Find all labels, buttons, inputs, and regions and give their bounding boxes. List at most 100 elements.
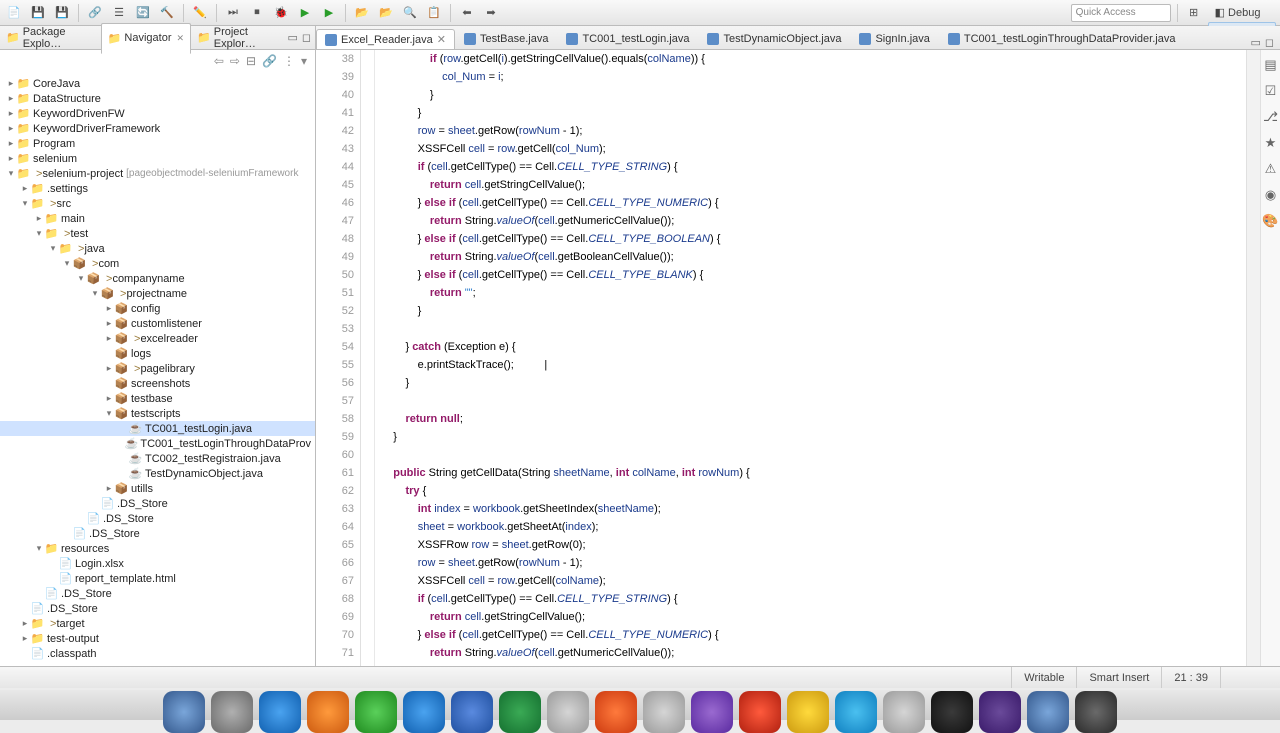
disclosure-icon[interactable]: ▾ — [6, 168, 16, 179]
disclosure-icon[interactable]: ▸ — [104, 483, 114, 494]
view-tab-project-explor-[interactable]: 📁Project Explor… — [191, 23, 287, 53]
save-icon[interactable]: 💾 — [28, 3, 48, 23]
disclosure-icon[interactable]: ▸ — [104, 303, 114, 314]
run-ext-icon[interactable]: ▶ — [319, 3, 339, 23]
tree-item[interactable]: 📄.classpath — [0, 646, 315, 661]
disclosure-icon[interactable]: ▸ — [20, 618, 30, 629]
skip-icon[interactable]: ⏭ — [223, 3, 243, 23]
tree-item[interactable]: ▸📁main — [0, 211, 315, 226]
save-all-icon[interactable]: 💾 — [52, 3, 72, 23]
macos-dock[interactable] — [0, 690, 1280, 720]
toggle-icon[interactable]: ☰ — [109, 3, 129, 23]
problems-icon[interactable]: ⚠ — [1265, 160, 1277, 178]
disclosure-icon[interactable]: ▾ — [20, 198, 30, 209]
tree-item[interactable]: ▸📁KeywordDrivenFW — [0, 106, 315, 121]
tree-item[interactable]: ☕TC002_testRegistraion.java — [0, 451, 315, 466]
tree-item[interactable]: 📄.DS_Store — [0, 496, 315, 511]
stop-icon[interactable]: ⏹ — [247, 3, 267, 23]
tree-item[interactable]: 📦logs — [0, 346, 315, 361]
tree-item[interactable]: ▾📁resources — [0, 541, 315, 556]
tree-item[interactable]: ▾📁>java — [0, 241, 315, 256]
tree-item[interactable]: ▸📁KeywordDriverFramework — [0, 121, 315, 136]
tree-item[interactable]: ▸📁selenium — [0, 151, 315, 166]
tree-item[interactable]: ▾📁>src — [0, 196, 315, 211]
tree-item[interactable]: ▾📦testscripts — [0, 406, 315, 421]
new-icon[interactable]: 📄 — [4, 3, 24, 23]
overview-ruler[interactable] — [1246, 50, 1260, 666]
tree-item[interactable]: ▸📁CoreJava — [0, 76, 315, 91]
outline-icon[interactable]: ▤ — [1264, 56, 1276, 74]
maximize-icon[interactable]: ◻ — [302, 31, 311, 44]
forward-icon[interactable]: ➡ — [481, 3, 501, 23]
fold-strip[interactable] — [361, 50, 375, 666]
debug-icon[interactable]: 🐞 — [271, 3, 291, 23]
editor-tab[interactable]: Excel_Reader.java✕ — [316, 29, 455, 50]
build-icon[interactable]: 🔨 — [157, 3, 177, 23]
disclosure-icon[interactable]: ▾ — [62, 258, 72, 269]
wand-icon[interactable]: 🔗 — [85, 3, 105, 23]
tree-item[interactable]: ▾📦>com — [0, 256, 315, 271]
tree-item[interactable]: ☕TestDynamicObject.java — [0, 466, 315, 481]
tree-item[interactable]: ▸📁test-output — [0, 631, 315, 646]
tasks-icon[interactable]: 📋 — [424, 3, 444, 23]
tasklist-icon[interactable]: ☑ — [1265, 82, 1277, 100]
tree-item[interactable]: ▸📦config — [0, 301, 315, 316]
disclosure-icon[interactable]: ▸ — [104, 318, 114, 329]
navigator-tree[interactable]: ▸📁CoreJava▸📁DataStructure▸📁KeywordDriven… — [0, 72, 315, 666]
editor-maximize-icon[interactable]: ◻ — [1265, 36, 1274, 49]
breakpoints-icon[interactable]: ◉ — [1265, 186, 1276, 204]
disclosure-icon[interactable]: ▸ — [104, 333, 114, 344]
code-editor[interactable]: 38 39 40 41 42 43 44 45 46 47 48 49 50 5… — [316, 50, 1280, 666]
fwd-history-icon[interactable]: ⇨ — [230, 54, 240, 68]
editor-tab[interactable]: SignIn.java — [850, 29, 938, 49]
tree-item[interactable]: ▸📁DataStructure — [0, 91, 315, 106]
open-perspective-icon[interactable]: ⊞ — [1184, 3, 1204, 23]
disclosure-icon[interactable]: ▾ — [34, 543, 44, 554]
disclosure-icon[interactable]: ▸ — [34, 213, 44, 224]
view-tab-package-explo-[interactable]: 📁Package Explo… — [0, 23, 101, 53]
editor-tab[interactable]: TC001_testLogin.java — [557, 29, 698, 49]
code-content[interactable]: if (row.getCell(i).getStringCellValue().… — [375, 50, 1246, 666]
disclosure-icon[interactable]: ▸ — [6, 123, 16, 134]
disclosure-icon[interactable]: ▾ — [34, 228, 44, 239]
tree-item[interactable]: 📄report_template.html — [0, 571, 315, 586]
disclosure-icon[interactable]: ▸ — [6, 93, 16, 104]
disclosure-icon[interactable]: ▸ — [20, 183, 30, 194]
link-editor-icon[interactable]: 🔗 — [262, 54, 277, 68]
tree-item[interactable]: 📄.DS_Store — [0, 586, 315, 601]
editor-tab[interactable]: TC001_testLoginThroughDataProvider.java — [939, 29, 1185, 49]
tree-item[interactable]: ▾📦>projectname — [0, 286, 315, 301]
tree-item[interactable]: ▸📁.settings — [0, 181, 315, 196]
palette-icon[interactable]: 🎨 — [1262, 212, 1278, 230]
collapse-all-icon[interactable]: ⊟ — [246, 54, 256, 68]
tree-item[interactable]: ▸📦utills — [0, 481, 315, 496]
quick-access-input[interactable]: Quick Access — [1071, 4, 1171, 22]
tree-item[interactable]: ▸📦>pagelibrary — [0, 361, 315, 376]
tree-item[interactable]: ▾📁>selenium-project[pageobjectmodel-sele… — [0, 166, 315, 181]
tree-item[interactable]: 📄.DS_Store — [0, 511, 315, 526]
tree-item[interactable]: 📦screenshots — [0, 376, 315, 391]
disclosure-icon[interactable]: ▸ — [104, 393, 114, 404]
disclosure-icon[interactable]: ▸ — [6, 78, 16, 89]
disclosure-icon[interactable]: ▸ — [6, 138, 16, 149]
view-menu-icon[interactable]: ▾ — [301, 54, 307, 68]
tree-item[interactable]: ☕TC001_testLogin.java — [0, 421, 315, 436]
tree-item[interactable]: 📄.DS_Store — [0, 601, 315, 616]
close-icon[interactable]: ✕ — [177, 33, 185, 44]
disclosure-icon[interactable]: ▸ — [104, 363, 114, 374]
tree-item[interactable]: 📄.DS_Store — [0, 526, 315, 541]
close-icon[interactable]: ✕ — [437, 33, 446, 46]
run-icon[interactable]: ▶ — [295, 3, 315, 23]
editor-tab[interactable]: TestDynamicObject.java — [698, 29, 850, 49]
disclosure-icon[interactable]: ▾ — [104, 408, 114, 419]
disclosure-icon[interactable]: ▾ — [76, 273, 86, 284]
view-tab-navigator[interactable]: 📁Navigator✕ — [101, 23, 191, 54]
refresh-icon[interactable]: 🔄 — [133, 3, 153, 23]
tree-item[interactable]: ▸📦testbase — [0, 391, 315, 406]
tree-item[interactable]: ▸📁>target — [0, 616, 315, 631]
tree-item[interactable]: ▸📦>excelreader — [0, 331, 315, 346]
tree-item[interactable]: ▾📁>test — [0, 226, 315, 241]
back-icon[interactable]: ⬅ — [457, 3, 477, 23]
search-icon[interactable]: 🔍 — [400, 3, 420, 23]
tree-item[interactable]: 📄Login.xlsx — [0, 556, 315, 571]
